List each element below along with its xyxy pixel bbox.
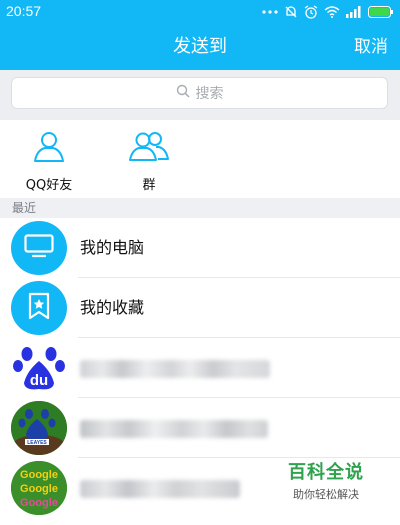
green-paw-avatar: LEAYES [11,401,67,455]
monitor-icon [24,234,54,262]
alarm-icon [304,5,318,19]
qq-friends-label: QQ好友 [25,178,73,193]
svg-text:Google: Google [20,469,58,481]
svg-text:Google: Google [20,497,58,509]
battery-icon [368,6,394,18]
bookmark-star-icon [28,292,50,324]
baidu-paw-logo: du [11,347,67,395]
wifi-icon [324,6,340,18]
avatar: LEAYES [11,401,67,455]
recent-section-header: 最近 [0,198,400,218]
status-icons [262,4,394,20]
list-item-contact[interactable]: LEAYES [0,398,400,458]
contact-shortcuts: QQ好友 群 [0,120,400,198]
group-label: 群 [142,178,156,193]
list-item-my-favorites[interactable]: 我的收藏 [0,278,400,338]
watermark-subtitle: 助你轻松解决 [293,488,359,501]
more-dots-icon [262,9,278,15]
search-icon [176,84,190,102]
share-to-screen: 20:57 发送到 取消 搜索 QQ好友 群 最近 我的电脑 我的收藏 du L… [0,0,400,525]
list-item-my-computer[interactable]: 我的电脑 [0,218,400,278]
blurred-contact-name [80,360,270,378]
list-item-name: 我的电脑 [80,238,145,257]
list-item-contact[interactable]: du [0,338,400,398]
svg-text:Google: Google [20,483,58,495]
avatar: Google Google Google [11,461,67,515]
avatar [11,281,67,335]
status-time: 20:57 [6,3,42,19]
blurred-contact-name [80,420,268,438]
page-title: 发送到 [173,36,227,57]
status-bar: 20:57 [0,0,400,24]
avatar [11,221,67,275]
watermark-title: 百科全说 [288,462,364,483]
list-item-name: 我的收藏 [80,298,145,317]
google-text-avatar: Google Google Google [11,461,67,515]
watermark: 百科全说 助你轻松解决 [276,458,376,506]
single-user-icon [29,132,69,168]
search-placeholder: 搜索 [195,86,224,102]
search-area: 搜索 [0,70,400,120]
title-bar: 发送到 取消 [0,24,400,70]
search-input[interactable]: 搜索 [11,77,388,109]
signal-icon [346,6,362,18]
group-users-icon [127,132,171,168]
svg-text:du: du [30,372,48,389]
group-button[interactable]: 群 [109,128,189,193]
avatar: du [11,341,67,395]
cancel-button[interactable]: 取消 [354,24,388,70]
svg-text:LEAYES: LEAYES [27,440,47,446]
blurred-contact-name [80,480,240,498]
qq-friends-button[interactable]: QQ好友 [9,128,89,193]
mute-bell-icon [284,5,298,19]
